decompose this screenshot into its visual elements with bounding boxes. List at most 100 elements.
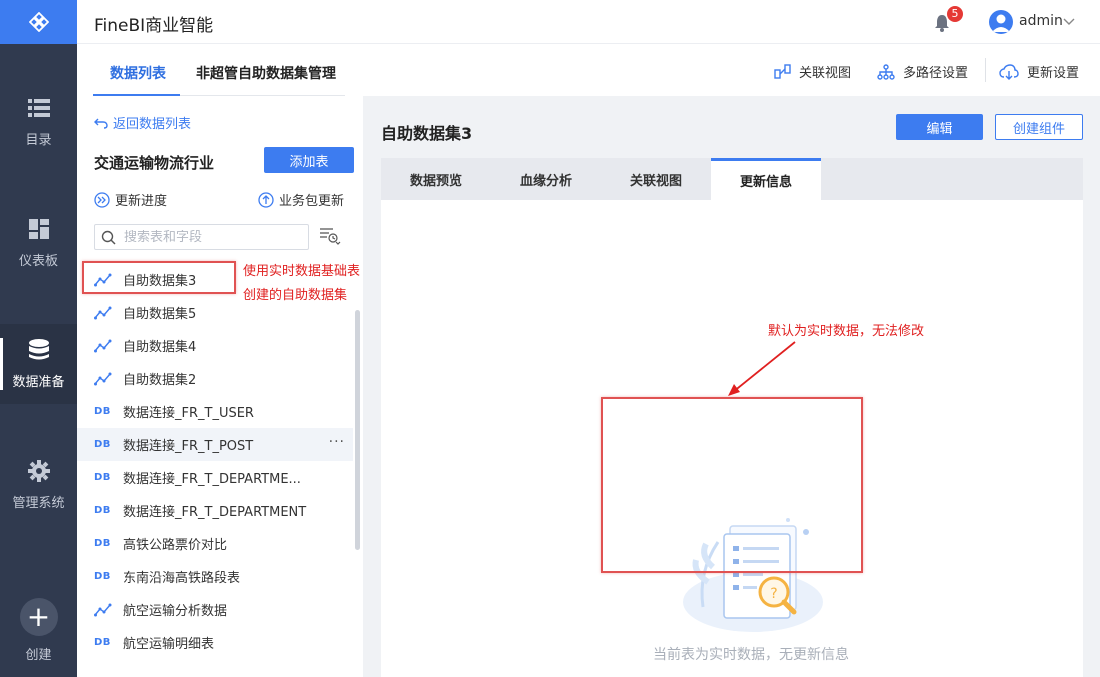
tab-data-list[interactable]: 数据列表 bbox=[110, 63, 166, 83]
relation-view-label: 关联视图 bbox=[799, 66, 852, 81]
package-title: 交通运输物流行业 bbox=[94, 154, 215, 172]
app-title: FineBI商业智能 bbox=[94, 16, 214, 36]
left-nav: 目录 仪表板 数据准备 管理系统 + 创建 bbox=[0, 0, 77, 677]
edit-button[interactable]: 编辑 bbox=[896, 114, 983, 140]
sub-header: 数据列表 非超管自助数据集管理 关联视图 多路径设置 更新设置 bbox=[77, 44, 1100, 96]
nav-item-label: 目录 bbox=[25, 132, 52, 148]
table-name: 数据连接_FR_T_DEPARTME... bbox=[123, 472, 301, 487]
db-table-icon: DB bbox=[94, 472, 111, 483]
upload-circle-icon bbox=[258, 191, 274, 208]
side-annotation-line: 使用实时数据基础表 bbox=[243, 264, 361, 279]
cloud-refresh-icon bbox=[999, 63, 1019, 80]
self-service-dataset-icon bbox=[94, 306, 114, 320]
nav-item-create[interactable]: + 创建 bbox=[0, 590, 77, 670]
finebi-logo-icon[interactable] bbox=[0, 0, 77, 44]
dataset-detail-panel: 自助数据集3 编辑 创建组件 数据预览 血缘分析 关联视图 更新信息 ? 当前表… bbox=[363, 96, 1100, 677]
update-progress-link[interactable]: 更新进度 bbox=[94, 190, 167, 209]
list-item[interactable]: 自助数据集4 bbox=[77, 329, 353, 362]
nav-item-label: 管理系统 bbox=[12, 495, 65, 511]
tab-lineage-analysis[interactable]: 血缘分析 bbox=[491, 158, 601, 200]
highlight-box bbox=[82, 261, 236, 294]
relation-view-icon bbox=[774, 63, 791, 79]
db-table-icon: DB bbox=[94, 637, 111, 648]
list-icon bbox=[27, 97, 50, 119]
package-update-link[interactable]: 业务包更新 bbox=[258, 190, 344, 209]
notification-badge: 5 bbox=[947, 6, 963, 22]
db-table-icon: DB bbox=[94, 505, 111, 516]
create-component-button[interactable]: 创建组件 bbox=[995, 114, 1083, 140]
list-item[interactable]: DB 航空运输明细表 bbox=[77, 626, 353, 659]
add-table-button[interactable]: 添加表 bbox=[264, 147, 354, 173]
back-to-list-link[interactable]: 返回数据列表 bbox=[94, 113, 191, 132]
self-service-dataset-icon bbox=[94, 339, 114, 353]
self-service-dataset-icon bbox=[94, 372, 114, 386]
table-list: 自助数据集3 自助数据集5 自助数据集4 自助数据集2 DB 数据连接_FR_T… bbox=[77, 263, 353, 659]
table-name: 数据连接_FR_T_POST bbox=[123, 439, 254, 454]
package-update-label: 业务包更新 bbox=[279, 194, 345, 209]
table-name: 数据连接_FR_T_DEPARTMENT bbox=[123, 505, 307, 520]
db-table-icon: DB bbox=[94, 571, 111, 582]
nav-item-dashboard[interactable]: 仪表板 bbox=[0, 203, 77, 283]
search-icon bbox=[101, 230, 116, 245]
arrow-annotation: 默认为实时数据，无法修改 bbox=[768, 324, 925, 339]
username[interactable]: admin bbox=[1019, 13, 1063, 29]
relation-view-button[interactable]: 关联视图 bbox=[774, 62, 851, 81]
table-name: 高铁公路票价对比 bbox=[123, 538, 228, 553]
side-annotation-line: 创建的自助数据集 bbox=[243, 288, 348, 303]
list-item[interactable]: DB 数据连接_FR_T_DEPARTME... bbox=[77, 461, 353, 494]
hierarchy-icon bbox=[877, 63, 895, 80]
list-item[interactable]: DB 数据连接_FR_T_USER bbox=[77, 395, 353, 428]
table-name: 自助数据集4 bbox=[123, 340, 197, 355]
search-input[interactable] bbox=[124, 229, 294, 245]
undo-arrow-icon bbox=[94, 118, 108, 129]
table-name: 数据连接_FR_T_USER bbox=[123, 406, 254, 421]
search-field[interactable] bbox=[94, 224, 309, 250]
update-progress-label: 更新进度 bbox=[115, 194, 168, 209]
tab-relation-view[interactable]: 关联视图 bbox=[601, 158, 711, 200]
table-name: 航空运输明细表 bbox=[123, 637, 215, 652]
svg-text:?: ? bbox=[770, 586, 777, 602]
nav-item-admin[interactable]: 管理系统 bbox=[0, 445, 77, 525]
filter-settings-icon[interactable] bbox=[319, 227, 341, 245]
update-settings-label: 更新设置 bbox=[1027, 66, 1080, 81]
tab-data-preview[interactable]: 数据预览 bbox=[381, 158, 491, 200]
tab-non-admin-dataset-mgmt[interactable]: 非超管自助数据集管理 bbox=[196, 63, 336, 83]
chevron-down-icon[interactable] bbox=[1062, 14, 1076, 28]
plus-icon: + bbox=[19, 597, 58, 636]
avatar[interactable] bbox=[989, 10, 1013, 34]
db-table-icon: DB bbox=[94, 406, 111, 417]
table-name: 自助数据集2 bbox=[123, 373, 197, 388]
dataset-title: 自助数据集3 bbox=[381, 124, 473, 143]
toolbar-divider bbox=[985, 58, 986, 82]
gear-icon bbox=[27, 459, 50, 482]
list-item[interactable]: DB 高铁公路票价对比 bbox=[77, 527, 353, 560]
list-item[interactable]: DB 东南沿海高铁路段表 bbox=[77, 560, 353, 593]
list-item[interactable]: DB 数据连接_FR_T_DEPARTMENT bbox=[77, 494, 353, 527]
self-service-dataset-icon bbox=[94, 603, 114, 617]
highlight-box bbox=[601, 397, 863, 573]
nav-item-data-prep[interactable]: 数据准备 bbox=[0, 324, 77, 404]
update-settings-button[interactable]: 更新设置 bbox=[999, 62, 1079, 81]
table-name: 自助数据集5 bbox=[123, 307, 197, 322]
detail-tabs: 数据预览 血缘分析 关联视图 更新信息 bbox=[381, 158, 1083, 200]
data-list-panel: 返回数据列表 交通运输物流行业 添加表 更新进度 业务包更新 自助数据集3 自助… bbox=[77, 96, 363, 677]
side-annotation: 使用实时数据基础表 创建的自助数据集 bbox=[243, 260, 360, 308]
list-item[interactable]: DB 数据连接_FR_T_POST ··· bbox=[77, 428, 353, 461]
table-name: 东南沿海高铁路段表 bbox=[123, 571, 241, 586]
table-name: 航空运输分析数据 bbox=[123, 604, 228, 619]
progress-icon bbox=[94, 191, 110, 208]
tab-update-info[interactable]: 更新信息 bbox=[711, 158, 821, 200]
nav-item-label: 数据准备 bbox=[12, 374, 65, 390]
top-header: FineBI商业智能 5 admin bbox=[77, 0, 1100, 44]
list-item[interactable]: 自助数据集2 bbox=[77, 362, 353, 395]
list-scrollbar[interactable] bbox=[355, 310, 360, 550]
db-table-icon: DB bbox=[94, 538, 111, 549]
list-item[interactable]: 航空运输分析数据 bbox=[77, 593, 353, 626]
nav-item-label: 创建 bbox=[25, 647, 52, 663]
empty-state-message: 当前表为实时数据，无更新信息 bbox=[653, 647, 849, 663]
db-table-icon: DB bbox=[94, 439, 111, 450]
more-options-icon[interactable]: ··· bbox=[329, 434, 345, 450]
nav-item-label: 仪表板 bbox=[18, 253, 58, 269]
multipath-settings-button[interactable]: 多路径设置 bbox=[877, 62, 968, 81]
nav-item-catalog[interactable]: 目录 bbox=[0, 82, 77, 162]
